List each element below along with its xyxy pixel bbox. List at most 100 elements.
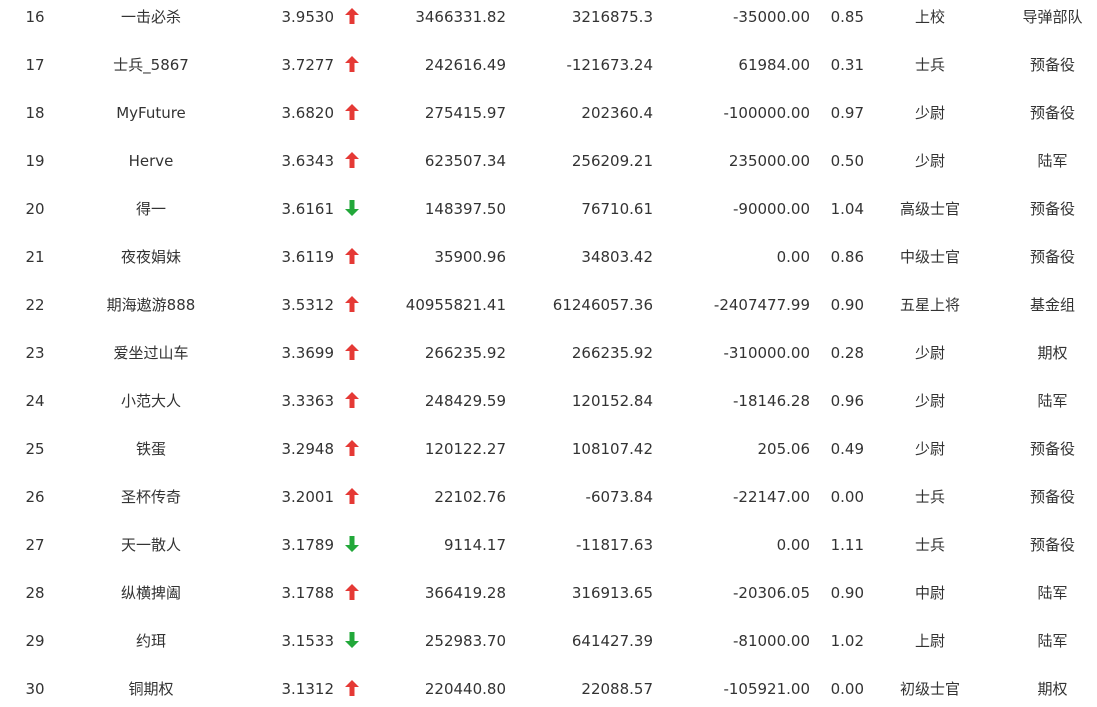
table-row[interactable]: 24 小范大人 3.3363 248429.59 120152.84 -18146.28 0… [0, 377, 1097, 425]
table-row[interactable]: 22 期海遨游888 3.5312 40955821.41 61246057.36 -24… [0, 281, 1097, 329]
trend-indicator [342, 329, 362, 377]
rank-cell: 26 [25, 488, 45, 506]
table-row[interactable]: 17 士兵_5867 3.7277 242616.49 -121673.24 61984.… [0, 41, 1097, 89]
value3-cell: -90000.00 [733, 200, 810, 218]
table-row[interactable]: 19 Herve 3.6343 623507.34 256209.21 235000.00… [0, 137, 1097, 185]
table-row[interactable]: 23 爱坐过山车 3.3699 266235.92 266235.92 -310000.0… [0, 329, 1097, 377]
rank-cell: 28 [25, 584, 45, 602]
trend-indicator [342, 233, 362, 281]
trader-name-link[interactable]: 铁蛋 [60, 425, 242, 473]
rank-title-cell: 士兵 [914, 488, 945, 506]
rank-cell: 25 [25, 440, 45, 458]
trader-name-link[interactable]: 约珥 [60, 617, 242, 665]
ratio-cell: 0.96 [830, 392, 864, 410]
rank-cell: 17 [25, 56, 45, 74]
value2-cell: 641427.39 [571, 632, 653, 650]
arrow-up-icon [345, 343, 359, 360]
table-row[interactable]: 25 铁蛋 3.2948 120122.27 108107.42 205.06 0.49 少尉… [0, 425, 1097, 473]
table-row[interactable]: 21 夜夜娟妹 3.6119 35900.96 34803.42 0.00 0.86 中级士官… [0, 233, 1097, 281]
trader-name-link[interactable]: 圣杯传奇 [60, 473, 242, 521]
rank-cell: 29 [25, 632, 45, 650]
value2-cell: 34803.42 [581, 248, 653, 266]
trader-name-link[interactable]: 士兵_5867 [60, 41, 242, 89]
trend-indicator [342, 473, 362, 521]
score-cell: 3.9530 [281, 8, 335, 26]
value1-cell: 22102.76 [434, 488, 506, 506]
score-cell: 3.3363 [281, 392, 335, 410]
ratio-cell: 0.00 [830, 488, 864, 506]
score-cell: 3.1788 [281, 584, 335, 602]
score-cell: 3.3699 [281, 344, 335, 362]
score-cell: 3.6343 [281, 152, 335, 170]
ratio-cell: 0.49 [830, 440, 864, 458]
trader-name-link[interactable]: 纵横捭阖 [60, 569, 242, 617]
value1-cell: 275415.97 [424, 104, 506, 122]
value1-cell: 220440.80 [424, 680, 506, 698]
arrow-up-icon [345, 439, 359, 456]
table-row[interactable]: 29 约珥 3.1533 252983.70 641427.39 -81000.00 1.0… [0, 617, 1097, 665]
trader-name-link[interactable]: 夜夜娟妹 [60, 233, 242, 281]
value3-cell: -310000.00 [723, 344, 810, 362]
value1-cell: 266235.92 [424, 344, 506, 362]
score-cell: 3.5312 [281, 296, 335, 314]
rank-cell: 18 [25, 104, 45, 122]
value2-cell: 61246057.36 [552, 296, 653, 314]
rank-cell: 21 [25, 248, 45, 266]
table-row[interactable]: 20 得一 3.6161 148397.50 76710.61 -90000.00 1.04… [0, 185, 1097, 233]
value3-cell: -18146.28 [733, 392, 810, 410]
ratio-cell: 0.90 [830, 584, 864, 602]
value3-cell: 0.00 [776, 248, 810, 266]
rank-title-cell: 上校 [914, 8, 945, 26]
group-cell: 预备役 [1029, 440, 1075, 458]
score-cell: 3.1312 [281, 680, 335, 698]
group-cell: 期权 [1037, 344, 1068, 362]
value2-cell: 202360.4 [581, 104, 653, 122]
table-row[interactable]: 18 MyFuture 3.6820 275415.97 202360.4 -100000… [0, 89, 1097, 137]
arrow-down-icon [345, 631, 359, 648]
value2-cell: 120152.84 [571, 392, 653, 410]
value3-cell: 0.00 [776, 536, 810, 554]
table-row[interactable]: 28 纵横捭阖 3.1788 366419.28 316913.65 -20306.05 0… [0, 569, 1097, 617]
value3-cell: 61984.00 [738, 56, 810, 74]
trader-name-link[interactable]: 铜期权 [60, 665, 242, 707]
value3-cell: 205.06 [757, 440, 811, 458]
score-cell: 3.6119 [281, 248, 335, 266]
rank-title-cell: 少尉 [914, 392, 945, 410]
trader-name-link[interactable]: 天一散人 [60, 521, 242, 569]
score-cell: 3.2001 [281, 488, 335, 506]
rank-cell: 19 [25, 152, 45, 170]
table-row[interactable]: 16 一击必杀 3.9530 3466331.82 3216875.3 -35000.00… [0, 0, 1097, 41]
ratio-cell: 1.02 [830, 632, 864, 650]
table-row[interactable]: 27 天一散人 3.1789 9114.17 -11817.63 0.00 1.11 士兵 预备… [0, 521, 1097, 569]
value1-cell: 148397.50 [424, 200, 506, 218]
arrow-up-icon [345, 55, 359, 72]
table-row[interactable]: 26 圣杯传奇 3.2001 22102.76 -6073.84 -22147.00 0.0… [0, 473, 1097, 521]
trader-name-link[interactable]: Herve [60, 137, 242, 185]
value3-cell: -105921.00 [723, 680, 810, 698]
trend-indicator [342, 377, 362, 425]
trader-name-link[interactable]: 小范大人 [60, 377, 242, 425]
trend-indicator [342, 185, 362, 233]
value3-cell: -20306.05 [733, 584, 810, 602]
trader-name-link[interactable]: 爱坐过山车 [60, 329, 242, 377]
value2-cell: 316913.65 [571, 584, 653, 602]
arrow-up-icon [345, 583, 359, 600]
trend-indicator [342, 521, 362, 569]
group-cell: 期权 [1037, 680, 1068, 698]
table-row[interactable]: 30 铜期权 3.1312 220440.80 22088.57 -105921.00 0.… [0, 665, 1097, 707]
trend-indicator [342, 0, 362, 41]
trader-name-link[interactable]: MyFuture [60, 89, 242, 137]
trend-indicator [342, 137, 362, 185]
value2-cell: 108107.42 [571, 440, 653, 458]
ratio-cell: 0.85 [830, 8, 864, 26]
rank-title-cell: 少尉 [914, 344, 945, 362]
group-cell: 陆军 [1037, 152, 1068, 170]
trader-name-link[interactable]: 得一 [60, 185, 242, 233]
trader-name-link[interactable]: 期海遨游888 [60, 281, 242, 329]
arrow-up-icon [345, 7, 359, 24]
rank-cell: 20 [25, 200, 45, 218]
trader-name-link[interactable]: 一击必杀 [60, 0, 242, 41]
trend-indicator [342, 425, 362, 473]
score-cell: 3.6820 [281, 104, 335, 122]
value1-cell: 120122.27 [424, 440, 506, 458]
